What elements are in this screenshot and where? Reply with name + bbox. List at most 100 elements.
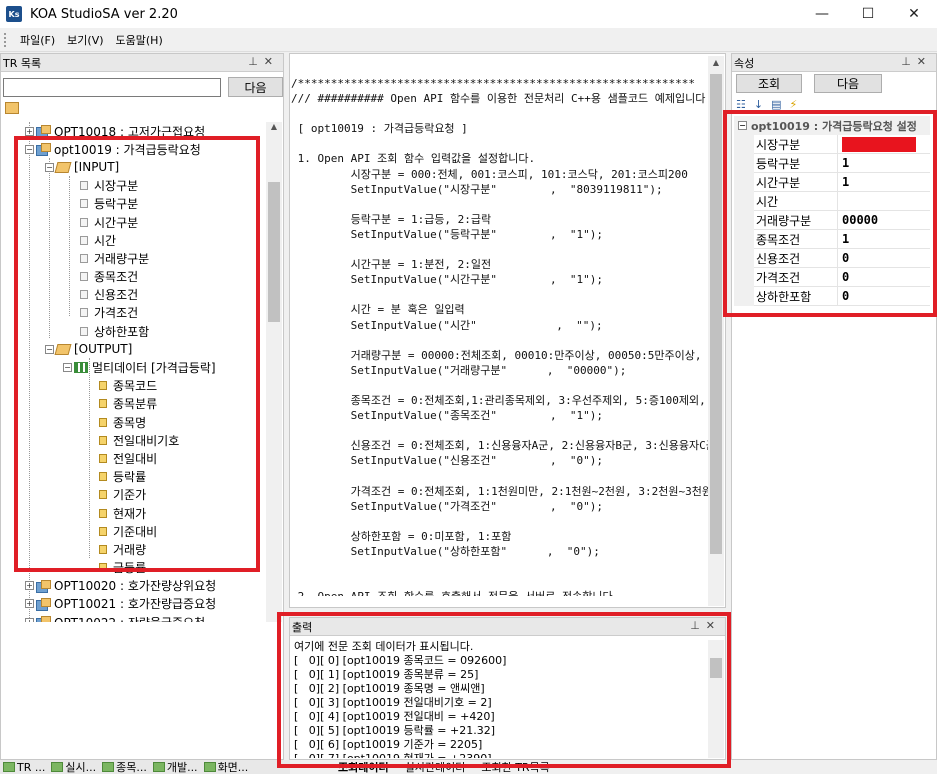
tree-toolbar-icon[interactable] [5, 102, 19, 114]
expand-icon[interactable]: + [25, 617, 34, 622]
tab-realtime-data[interactable]: 실시간데이터 [397, 762, 474, 774]
collapse-icon[interactable]: − [738, 121, 747, 130]
collapse-icon[interactable]: − [25, 144, 34, 154]
tree-item[interactable]: + OPT10020 : 호가잔량상위요청 [1, 577, 266, 595]
code-scrollbar[interactable]: ▲ [708, 56, 724, 606]
field-label: 급등률 [113, 561, 147, 576]
input-field-item[interactable]: 시장구분 [1, 177, 266, 195]
property-value[interactable]: 0 [838, 249, 930, 268]
property-value[interactable]: 1 [838, 154, 930, 173]
property-row[interactable]: 신용조건 0 [734, 249, 930, 268]
output-field-item[interactable]: 전일대비 [1, 449, 266, 467]
tree-item-selected[interactable]: − opt10019 : 가격급등락요청 [1, 140, 266, 158]
input-group[interactable]: − [INPUT] [1, 158, 266, 176]
input-field-item[interactable]: 시간 [1, 231, 266, 249]
output-panel-title: 출력 [292, 620, 313, 634]
property-value[interactable]: 1 [838, 230, 930, 249]
panel-pin-close-icon[interactable]: ⊥✕ [248, 55, 279, 68]
expand-icon[interactable]: + [25, 126, 34, 136]
tree-item[interactable]: + OPT10018 : 고저가근접요청 [1, 122, 266, 140]
output-field-item[interactable]: 기준가 [1, 486, 266, 504]
output-group[interactable]: − [OUTPUT] [1, 340, 266, 358]
property-name: 거래량구분 [754, 211, 838, 230]
scroll-thumb[interactable] [710, 658, 722, 678]
output-field-item[interactable]: 종목코드 [1, 377, 266, 395]
scroll-up-icon[interactable]: ▲ [266, 122, 282, 131]
output-field-item[interactable]: 기준대비 [1, 522, 266, 540]
output-field-icon [99, 399, 107, 409]
multi-data-group[interactable]: − 멀티데이터 [가격급등락] [1, 358, 266, 376]
expand-icon[interactable]: + [25, 581, 34, 591]
alphabetical-sort-icon[interactable]: ↓ [754, 98, 763, 111]
property-row[interactable]: 거래량구분 00000 [734, 211, 930, 230]
output-field-item[interactable]: 현재가 [1, 504, 266, 522]
property-value[interactable]: 00000 [838, 211, 930, 230]
property-row[interactable]: 시간 [734, 192, 930, 211]
property-value[interactable] [838, 135, 930, 154]
panel-pin-close-icon[interactable]: ⊥✕ [901, 55, 932, 68]
property-row[interactable]: 등락구분 1 [734, 154, 930, 173]
property-row[interactable]: 시장구분 [734, 135, 930, 154]
collapse-icon[interactable]: − [45, 344, 54, 354]
output-field-item[interactable]: 거래량 [1, 540, 266, 558]
collapse-icon[interactable]: − [45, 162, 54, 172]
props-next-button[interactable]: 다음 [814, 74, 882, 93]
expand-icon[interactable]: + [25, 599, 34, 609]
output-field-item[interactable]: 전일대비기호 [1, 431, 266, 449]
panel-tab[interactable]: TR ... [0, 760, 48, 774]
output-field-item[interactable]: 종목분류 [1, 395, 266, 413]
field-label: 종목조건 [94, 270, 139, 285]
input-field-item[interactable]: 신용조건 [1, 286, 266, 304]
property-value[interactable]: 0 [838, 287, 930, 306]
tr-tree-scrollbar[interactable]: ▲ [266, 122, 282, 622]
property-value[interactable]: 0 [838, 268, 930, 287]
field-label: 등락률 [113, 470, 147, 485]
tr-search-input[interactable] [3, 78, 221, 97]
input-field-item[interactable]: 상하한포함 [1, 322, 266, 340]
property-row[interactable]: 상하한포함 0 [734, 287, 930, 306]
input-field-item[interactable]: 시간구분 [1, 213, 266, 231]
input-field-item[interactable]: 거래량구분 [1, 249, 266, 267]
output-field-item[interactable]: 급등률 [1, 559, 266, 577]
menu-view[interactable]: 보기(V) [61, 32, 109, 48]
panel-tab[interactable]: 종목... [99, 760, 150, 774]
scroll-thumb[interactable] [710, 74, 722, 554]
scroll-thumb[interactable] [268, 182, 280, 322]
output-scrollbar[interactable] [708, 640, 724, 758]
tab-query-data[interactable]: 조회데이터 [330, 762, 397, 774]
output-field-item[interactable]: 등락률 [1, 468, 266, 486]
menu-file[interactable]: 파일(F) [14, 32, 61, 48]
tree-item[interactable]: + OPT10022 : 잔량율급증요청 [1, 613, 266, 622]
panel-pin-close-icon[interactable]: ⊥✕ [690, 619, 721, 632]
property-value[interactable]: 1 [838, 173, 930, 192]
field-label: 전일대비 [113, 451, 158, 466]
panel-tab[interactable]: 개발... [150, 760, 201, 774]
input-field-item[interactable]: 종목조건 [1, 268, 266, 286]
field-label: 기준가 [113, 488, 147, 503]
events-lightning-icon[interactable]: ⚡ [790, 98, 798, 111]
tab-tr-history[interactable]: 조회한 TR목록 [473, 762, 557, 774]
field-label: 신용조건 [94, 288, 139, 303]
scroll-up-icon[interactable]: ▲ [708, 58, 724, 67]
query-button[interactable]: 조회 [736, 74, 802, 93]
tr-next-button[interactable]: 다음 [228, 77, 283, 97]
categorized-icon[interactable]: ☷ [736, 98, 746, 111]
menu-help[interactable]: 도움말(H) [110, 32, 169, 48]
multi-data-label: 멀티데이터 [가격급등락] [92, 361, 216, 376]
input-field-item[interactable]: 등락구분 [1, 195, 266, 213]
output-field-item[interactable]: 종목명 [1, 413, 266, 431]
collapse-icon[interactable]: − [63, 363, 72, 373]
panel-tab[interactable]: 화면... [201, 760, 252, 774]
minimize-button[interactable]: — [799, 0, 845, 28]
property-row[interactable]: 가격조건 0 [734, 268, 930, 287]
close-button[interactable]: ✕ [891, 0, 937, 28]
property-value[interactable] [838, 192, 930, 211]
maximize-button[interactable]: ☐ [845, 0, 891, 28]
input-field-item[interactable]: 가격조건 [1, 304, 266, 322]
property-row[interactable]: 시간구분 1 [734, 173, 930, 192]
props-group-header[interactable]: − opt10019 : 가격급등락요청 설정 [734, 116, 930, 135]
property-pages-icon[interactable]: ▤ [771, 98, 781, 111]
property-row[interactable]: 종목조건 1 [734, 230, 930, 249]
panel-tab[interactable]: 실시... [48, 760, 99, 774]
tree-item[interactable]: + OPT10021 : 호가잔량급증요청 [1, 595, 266, 613]
